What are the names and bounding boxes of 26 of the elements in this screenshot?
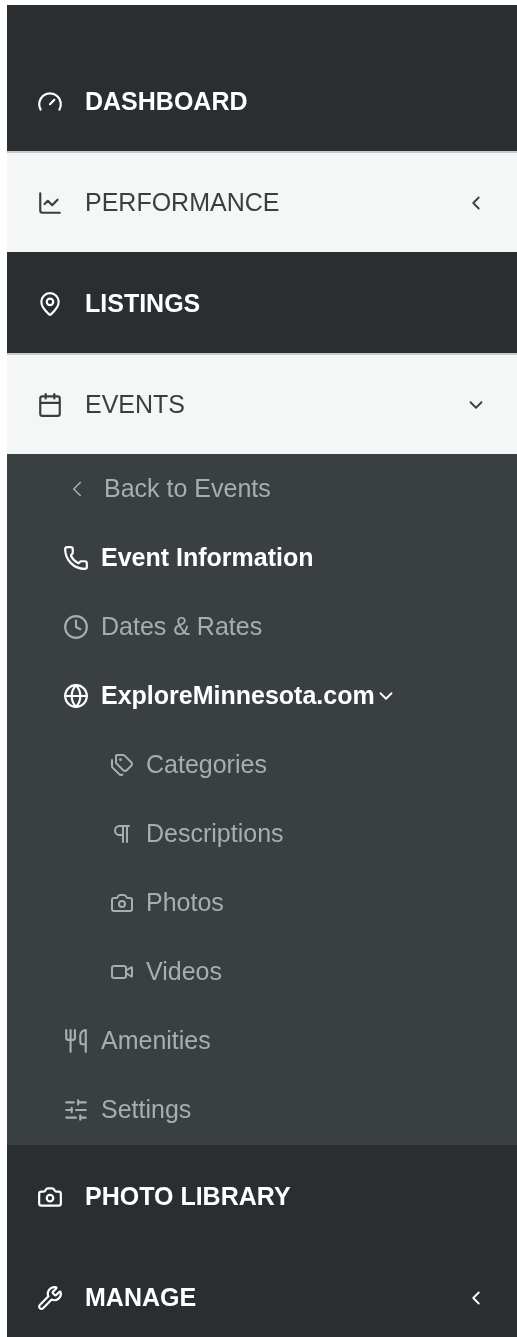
calendar-icon [37, 391, 63, 418]
nav-item[interactable]: PERFORMANCE [7, 151, 517, 252]
phone-icon [63, 544, 89, 571]
submenu-item[interactable]: Categories [7, 730, 517, 799]
submenu-item[interactable]: Photos [7, 868, 517, 937]
back-link[interactable]: Back to Events [7, 454, 517, 523]
clock-icon [63, 613, 89, 640]
nav-item[interactable]: MANAGE [7, 1246, 517, 1337]
globe-icon [63, 682, 89, 709]
submenu-item[interactable]: Dates & Rates [7, 592, 517, 661]
submenu-item[interactable]: Event Information [7, 523, 517, 592]
submenu-item[interactable]: Amenities [7, 1006, 517, 1075]
sliders-icon [63, 1096, 89, 1123]
submenu-item[interactable]: Settings [7, 1075, 517, 1144]
tags-icon [110, 752, 134, 777]
map-pin-icon [37, 290, 63, 317]
submenu-item[interactable]: ExploreMinnesota.com [7, 661, 517, 730]
submenu-item[interactable]: Videos [7, 937, 517, 1006]
nav-item[interactable]: PHOTO LIBRARY [7, 1145, 517, 1246]
submenu-item[interactable]: Descriptions [7, 799, 517, 868]
utensils-icon [63, 1027, 89, 1054]
nav-item[interactable]: EVENTS [7, 353, 517, 454]
nav-item[interactable]: LISTINGS [7, 252, 517, 353]
line-chart-icon [37, 189, 63, 216]
wrench-icon [37, 1284, 63, 1311]
nav-item[interactable]: DASHBOARD [7, 50, 517, 151]
